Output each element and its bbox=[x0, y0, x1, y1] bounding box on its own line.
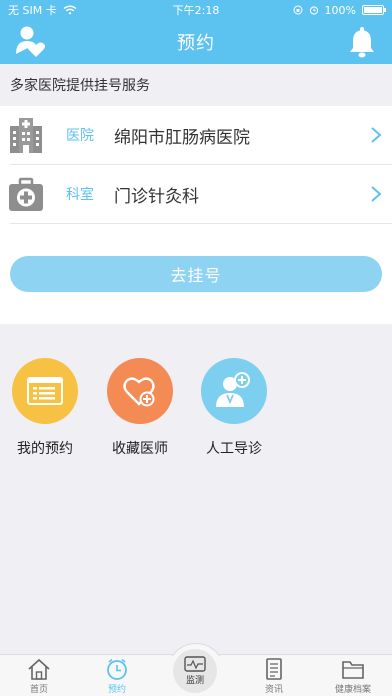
tab-appointment-label: 预约 bbox=[107, 685, 126, 695]
tab-appointment[interactable]: 预约 bbox=[78, 655, 156, 696]
rotation-lock-icon bbox=[293, 5, 303, 15]
wifi-icon bbox=[63, 5, 77, 15]
booking-card: 医院 绵阳市肛肠病医院 科室 门诊针灸科 去挂号 bbox=[0, 106, 392, 324]
my-appointments-label: 我的预约 bbox=[17, 441, 73, 457]
header: 无 SIM 卡 下午2:18 100% 预约 bbox=[0, 0, 392, 64]
folder-icon bbox=[342, 661, 364, 679]
favorite-doctors-label: 收藏医师 bbox=[112, 441, 168, 457]
department-row[interactable]: 科室 门诊针灸科 bbox=[0, 165, 392, 223]
hospital-key: 医院 bbox=[66, 128, 94, 144]
tab-news-label: 资讯 bbox=[264, 685, 283, 695]
service-hint: 多家医院提供挂号服务 bbox=[0, 64, 392, 106]
page-title: 预约 bbox=[177, 33, 215, 54]
favorite-doctor-icon bbox=[107, 358, 173, 424]
hospital-row[interactable]: 医院 绵阳市肛肠病医院 bbox=[0, 106, 392, 164]
status-bar: 无 SIM 卡 下午2:18 100% bbox=[0, 0, 392, 20]
go-register-button[interactable]: 去挂号 bbox=[10, 256, 382, 292]
quick-actions: 我的预约 收藏医师 人工导诊 bbox=[0, 324, 392, 654]
my-appointments-action[interactable]: 我的预约 bbox=[0, 358, 94, 458]
tab-home-label: 首页 bbox=[29, 685, 48, 695]
alarm-icon bbox=[309, 6, 318, 15]
nav-bar: 预约 bbox=[0, 20, 392, 64]
home-icon bbox=[28, 658, 50, 680]
divider bbox=[10, 223, 392, 224]
favorite-doctors-action[interactable]: 收藏医师 bbox=[91, 358, 189, 458]
battery-icon bbox=[362, 5, 386, 15]
tab-health-records[interactable]: 健康档案 bbox=[314, 655, 392, 696]
bell-icon[interactable] bbox=[348, 26, 376, 58]
hospital-value: 绵阳市肛肠病医院 bbox=[114, 127, 250, 148]
manual-guide-icon bbox=[201, 358, 267, 424]
medical-kit-icon bbox=[9, 177, 43, 211]
clock-icon bbox=[107, 658, 127, 680]
manual-guide-action[interactable]: 人工导诊 bbox=[185, 358, 283, 458]
news-icon bbox=[266, 658, 282, 680]
tab-news[interactable]: 资讯 bbox=[235, 655, 313, 696]
department-value: 门诊针灸科 bbox=[114, 186, 199, 207]
appointment-list-icon bbox=[12, 358, 78, 424]
battery-percent: 100% bbox=[324, 3, 356, 17]
manual-guide-label: 人工导诊 bbox=[206, 441, 262, 457]
chevron-right-icon bbox=[371, 127, 382, 143]
chevron-right-icon bbox=[371, 186, 382, 202]
carrier-label: 无 SIM 卡 bbox=[8, 4, 57, 17]
tab-bar: 监测 监测 首页 预约 资讯 bbox=[0, 643, 392, 696]
user-heart-icon[interactable] bbox=[14, 24, 50, 60]
department-key: 科室 bbox=[66, 187, 94, 203]
hospital-building-icon bbox=[10, 118, 42, 153]
tab-home[interactable]: 首页 bbox=[0, 655, 78, 696]
tab-health-records-label: 健康档案 bbox=[334, 685, 371, 695]
